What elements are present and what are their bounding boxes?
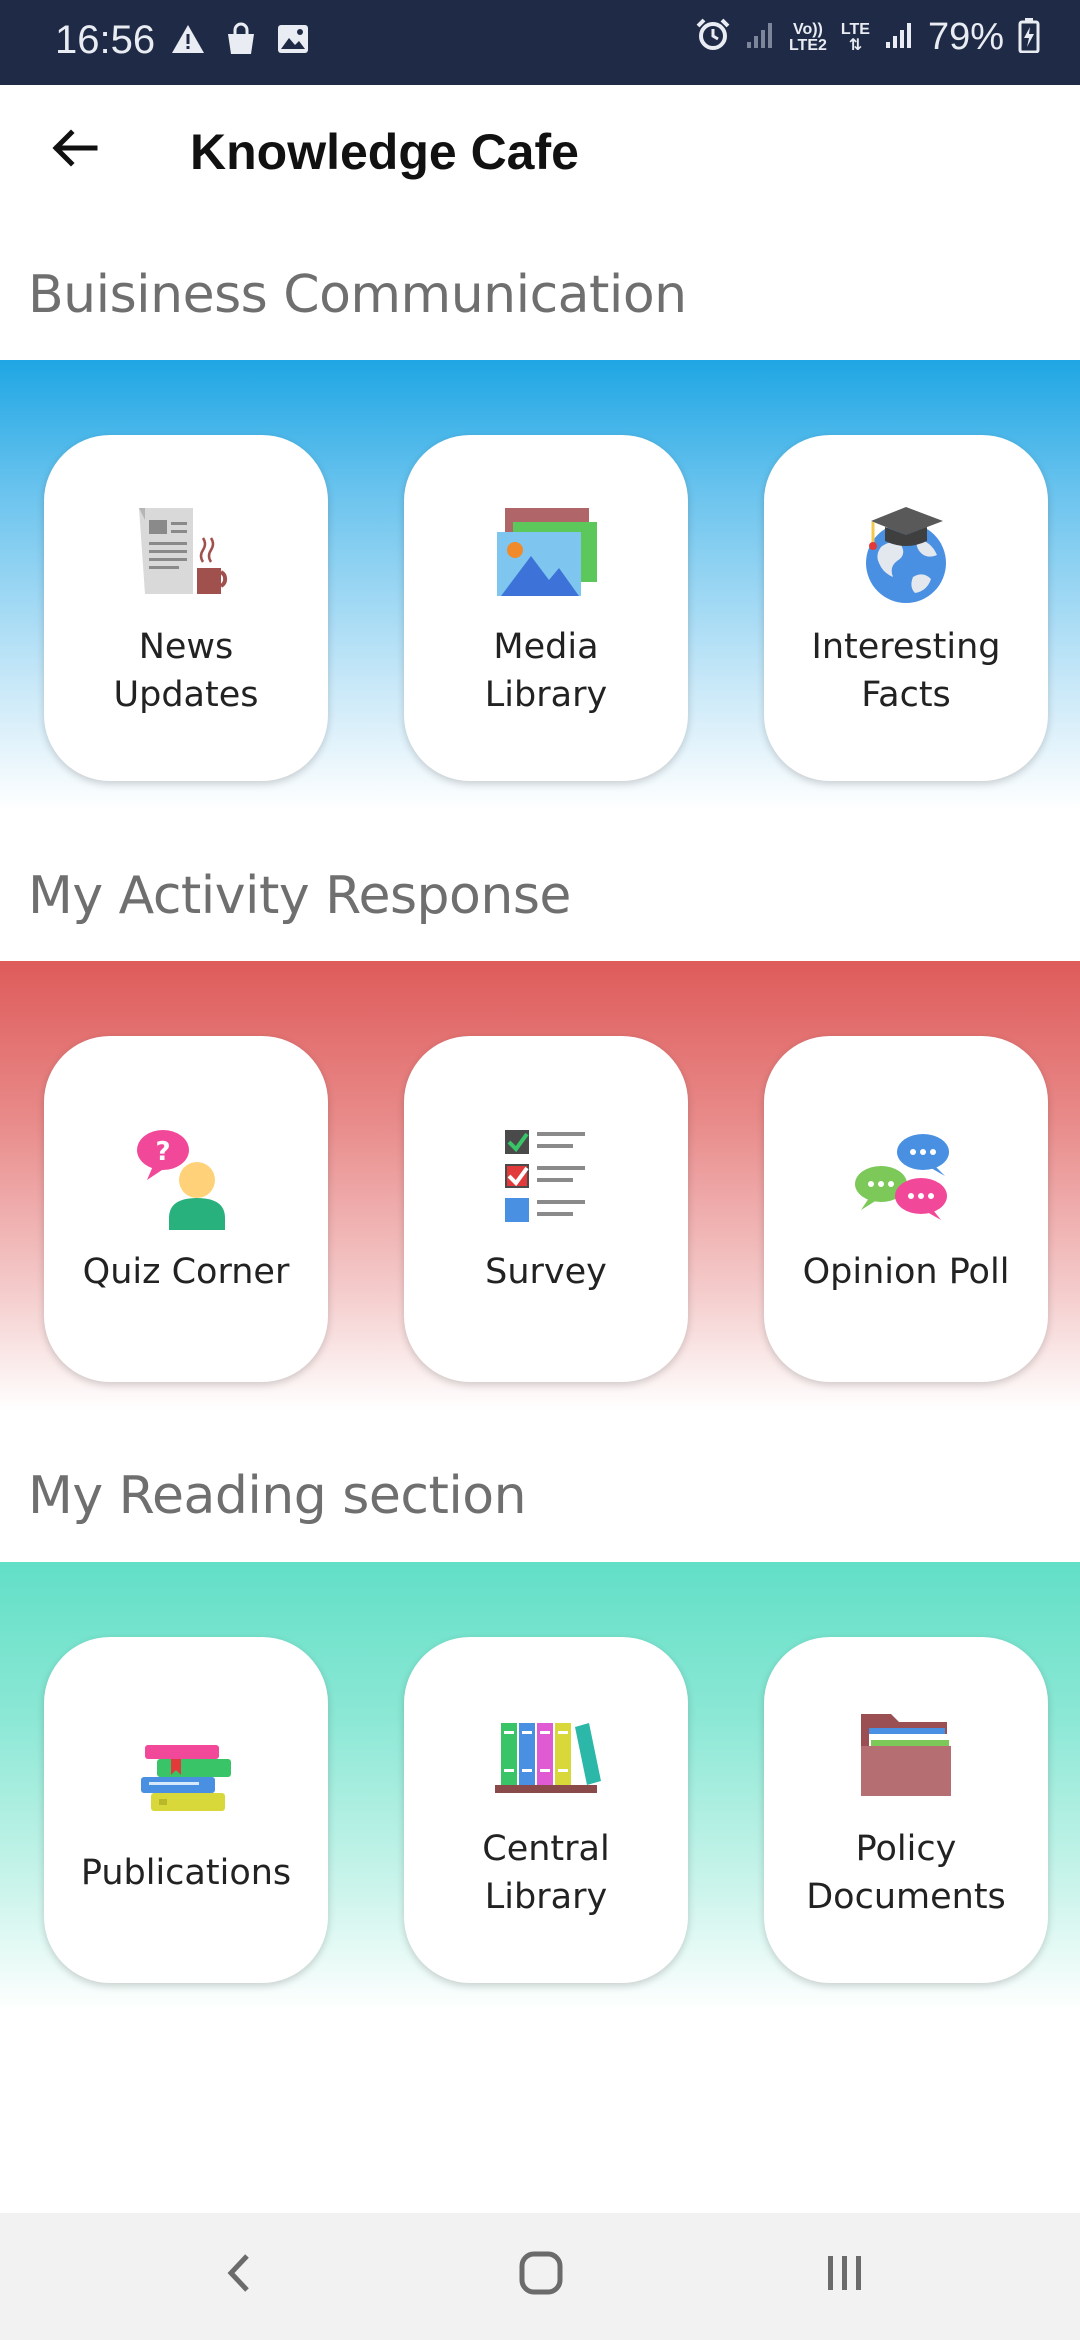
card-label: Media Library — [484, 627, 608, 715]
signal-icon — [745, 20, 775, 55]
section-title-my-reading-section: My Reading section — [28, 1466, 527, 1526]
page-title: Knowledge Cafe — [190, 124, 579, 180]
section-business-communication: News Updates Media Library Interesting F… — [0, 360, 1080, 810]
nav-recents-button[interactable] — [800, 2235, 890, 2315]
volte-indicator: Vo)) LTE2 — [788, 20, 827, 54]
card-policy-documents[interactable]: Policy Documents — [764, 1637, 1048, 1983]
nav-back-button[interactable] — [194, 2235, 284, 2315]
chat-bubbles-icon — [851, 1122, 961, 1232]
card-news-updates[interactable]: News Updates — [44, 435, 328, 781]
card-label: News Updates — [113, 627, 259, 715]
recents-lines-icon — [820, 2248, 870, 2303]
status-time: 16:56 — [55, 18, 156, 62]
card-opinion-poll[interactable]: Opinion Poll — [764, 1036, 1048, 1382]
globe-graduation-cap-icon — [851, 497, 961, 607]
app-bar: Knowledge Cafe — [0, 85, 1080, 220]
chevron-left-icon — [219, 2248, 259, 2303]
checklist-icon — [491, 1122, 601, 1232]
system-nav-bar — [0, 2213, 1080, 2340]
person-question-icon: ? — [131, 1122, 241, 1232]
data-arrows-icon: ⇅ — [848, 36, 863, 54]
volte-label: Vo)) — [792, 20, 823, 38]
svg-text:?: ? — [155, 1137, 170, 1167]
lte2-label: LTE2 — [788, 36, 827, 54]
lte-label: LTE — [840, 20, 870, 38]
battery-percent: 79% — [927, 16, 1004, 58]
newspaper-coffee-icon — [131, 497, 241, 607]
back-button[interactable] — [40, 115, 110, 185]
folder-documents-icon — [851, 1699, 961, 1809]
card-label: Quiz Corner — [82, 1252, 290, 1292]
home-square-icon — [516, 2248, 566, 2303]
card-label: Opinion Poll — [802, 1252, 1010, 1292]
card-label: Policy Documents — [806, 1829, 1006, 1917]
book-stack-icon — [131, 1723, 241, 1833]
card-quiz-corner[interactable]: ? Quiz Corner — [44, 1036, 328, 1382]
section-title-business-communication: Buisiness Communication — [28, 265, 687, 325]
card-central-library[interactable]: Central Library — [404, 1637, 688, 1983]
notification-icons — [170, 22, 310, 61]
card-media-library[interactable]: Media Library — [404, 435, 688, 781]
warning-icon — [170, 23, 206, 60]
card-label: Survey — [485, 1252, 607, 1292]
card-publications[interactable]: Publications — [44, 1637, 328, 1983]
image-gallery-icon — [491, 497, 601, 607]
arrow-left-icon — [51, 128, 99, 173]
shopping-bag-icon — [224, 22, 258, 61]
section-my-reading-section: Publications Central Library Policy Docu… — [0, 1562, 1080, 2012]
bookshelf-icon — [491, 1699, 601, 1809]
card-survey[interactable]: Survey — [404, 1036, 688, 1382]
status-bar: 16:56 Vo)) LTE2 LTE ⇅ 79% — [0, 0, 1080, 85]
card-label: Interesting Facts — [811, 627, 1001, 715]
section-my-activity-response: ? Quiz Corner Survey Opinion Poll — [0, 961, 1080, 1411]
alarm-icon — [695, 17, 731, 58]
image-icon — [276, 23, 310, 60]
card-label: Central Library — [482, 1829, 610, 1917]
nav-home-button[interactable] — [496, 2235, 586, 2315]
card-interesting-facts[interactable]: Interesting Facts — [764, 435, 1048, 781]
battery-charging-icon — [1018, 17, 1040, 58]
card-label: Publications — [80, 1853, 292, 1893]
section-title-my-activity-response: My Activity Response — [28, 866, 571, 926]
system-indicators: Vo)) LTE2 LTE ⇅ 79% — [695, 16, 1040, 59]
signal-strength-icon — [884, 20, 914, 55]
lte-indicator: LTE ⇅ — [840, 20, 870, 54]
